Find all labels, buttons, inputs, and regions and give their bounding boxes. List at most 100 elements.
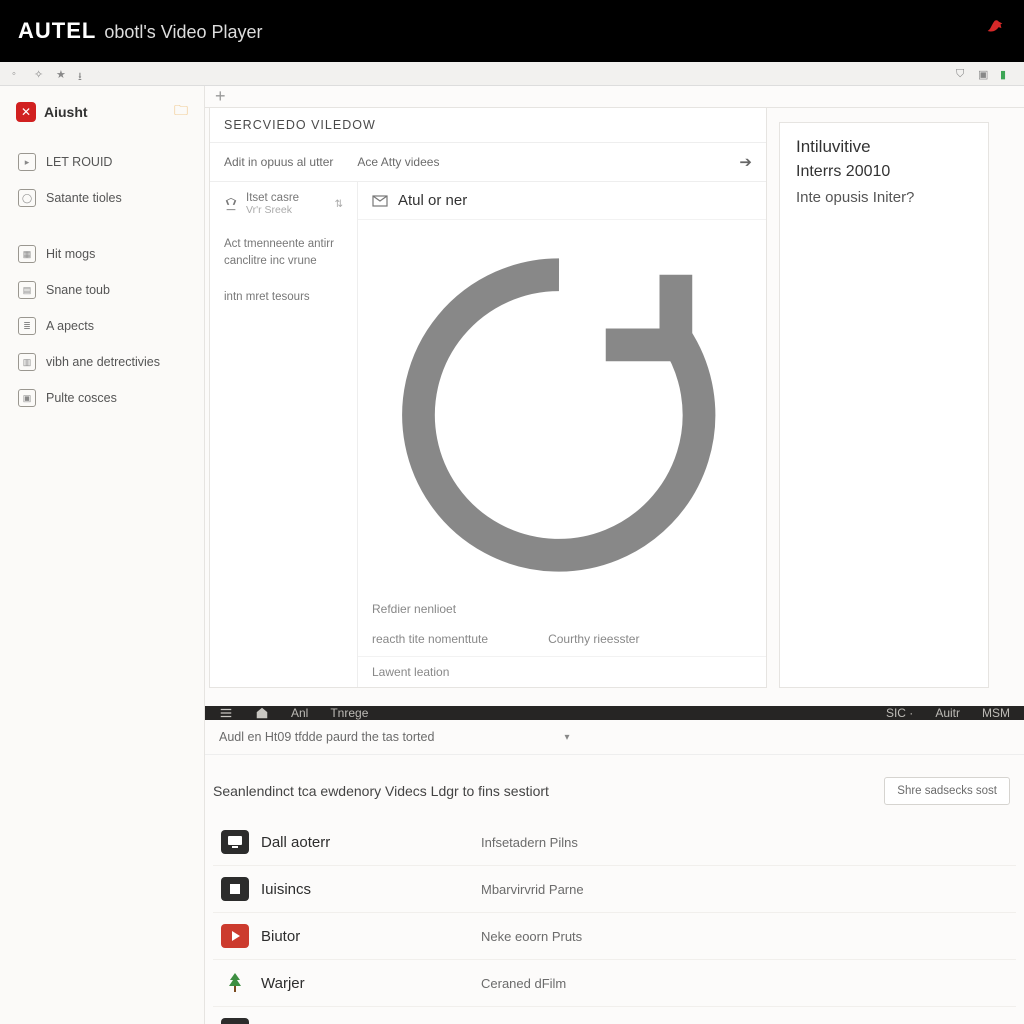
video-list: Dall aoterr Infsetadern Pilns Iuisincs M… (205, 819, 1024, 1024)
sort-icon[interactable]: ⇅ (335, 199, 343, 210)
card-right-row-3: reacth tite nomenttute Courthy rieesster (358, 624, 766, 656)
sidebar-item-label: Satante tioles (46, 191, 122, 205)
list-item[interactable]: Biutor Neke eoorn Pruts (213, 913, 1016, 960)
app-brand: AUTEL (18, 18, 96, 44)
filter-text: Audl en Ht09 tfdde paurd the tas torted (219, 730, 434, 744)
menu-icon[interactable] (219, 706, 233, 720)
card-left-row-3: intn mret tesours (210, 281, 357, 313)
sidebar-item-4[interactable]: ≣A apects (0, 308, 204, 344)
home-icon[interactable] (255, 706, 269, 720)
card-left-col: Itset casreVr'r Sreek ⇅ Act tmenneente a… (210, 182, 358, 687)
tabstrip: + (205, 86, 1024, 108)
sidebar-item-1[interactable]: ◯ Satante tioles (0, 180, 204, 216)
sidebar-title: Aiusht (44, 104, 88, 120)
download-icon[interactable]: ⭳ (78, 68, 90, 80)
card-right-col: Atul or ner Refdier nenlioet reacth tite… (358, 182, 766, 687)
darkbar-tab-2[interactable]: Tnrege (330, 706, 368, 720)
sidebar-header: ✕ Aiusht 🗀 (0, 94, 204, 130)
video-meta: Neke eoorn Pruts (481, 929, 878, 944)
video-meta: Ceraned dFilm (481, 976, 878, 991)
folder-icon[interactable]: 🗀 (174, 100, 188, 124)
sidebar-item-5[interactable]: ▥ vibh ane detrectivies (0, 344, 204, 380)
browser-toolbar: ◦ ✧ ★ ⭳ ⛉ ▣ ▮ (0, 62, 1024, 86)
card-right-r2: Refdier nenlioet (372, 602, 456, 616)
star-icon[interactable]: ★ (56, 68, 68, 80)
new-tab-button[interactable]: + (215, 86, 226, 107)
card-header-mid: Ace Atty videes (357, 155, 439, 169)
section-title: Seanlendinct tca ewdenory Videcs Ldgr to… (213, 783, 549, 799)
shield-icon[interactable]: ⛉ (956, 68, 968, 80)
darkbar-tab-1[interactable]: Anl (291, 706, 308, 720)
info-card: Intiluvitive Interrs 20010 Inte opusis I… (779, 122, 989, 688)
tree-icon (221, 971, 249, 995)
card-right-row-1[interactable]: Atul or ner (358, 182, 766, 220)
card-left-row-1[interactable]: Itset casreVr'r Sreek ⇅ (210, 182, 357, 226)
monitor-icon (221, 830, 249, 854)
grid-icon: ▦ (18, 245, 36, 263)
darkbar-right-1[interactable]: SIC · (886, 706, 913, 720)
card-right-row-4: Lawent leation (358, 656, 766, 687)
section-row: Seanlendinct tca ewdenory Videcs Ldgr to… (205, 755, 1024, 819)
card-header-row[interactable]: Adit in opuus al utter Ace Atty videes ➔ (210, 143, 766, 182)
title-right-icon (984, 18, 1006, 45)
info-line-1: Intiluvitive (796, 137, 972, 157)
video-name: Biutor (261, 928, 481, 945)
app-logo-icon: ✕ (16, 102, 36, 122)
card-right-row-2[interactable]: Refdier nenlioet (358, 220, 766, 624)
list-item[interactable]: Lsaterher Le hrivhlwre?Bio (213, 1007, 1016, 1024)
video-name: Dall aoterr (261, 834, 481, 851)
sidebar-item-label: Snane toub (46, 283, 110, 297)
card-left-r1b: Vr'r Sreek (246, 204, 299, 216)
filter-bar[interactable]: Audl en Ht09 tfdde paurd the tas torted … (205, 720, 1024, 755)
video-meta: Infsetadern Pilns (481, 835, 878, 850)
sidebar-item-label: LET ROUID (46, 155, 112, 169)
back-icon[interactable]: ◦ (12, 68, 24, 80)
chevron-down-icon[interactable]: ▾ (564, 732, 569, 743)
card-header-left: Adit in opuus al utter (224, 155, 333, 169)
circle-icon: ◯ (18, 189, 36, 207)
chip-icon: ▣ (18, 389, 36, 407)
settings-icon[interactable]: ✧ (34, 68, 46, 80)
clipboard-icon[interactable]: ▣ (978, 68, 990, 80)
darkbar-right-2[interactable]: Auitr (935, 706, 960, 720)
lock-icon[interactable]: ▮ (1000, 68, 1012, 80)
title-left: AUTEL obotl's Video Player (18, 18, 263, 44)
sidebar-item-6[interactable]: ▣ Pulte cosces (0, 380, 204, 416)
video-name: Warjer (261, 975, 481, 992)
sidebar-item-2[interactable]: ▦ Hit mogs (0, 236, 204, 272)
layout-icon: ▥ (18, 353, 36, 371)
chevron-right-icon[interactable]: ➔ (739, 153, 752, 171)
sidebar-item-label: Pulte cosces (46, 391, 117, 405)
doc-icon: ▤ (18, 281, 36, 299)
search-video-card: SERCVIEDO VILEDOW Adit in opuus al utter… (209, 108, 767, 688)
list-item[interactable]: Iuisincs Mbarvirvrid Parne (213, 866, 1016, 913)
balance-icon (224, 197, 238, 211)
play-icon (221, 924, 249, 948)
sidebar: ✕ Aiusht 🗀 ▸ LET ROUID ◯ Satante tioles ▦ H… (0, 86, 205, 1024)
card-right-r3b: Courthy rieesster (548, 632, 639, 646)
darkbar-right-3[interactable]: MSM (982, 706, 1010, 720)
sidebar-item-label: A apects (46, 319, 94, 333)
card-right-r3a: reacth tite nomenttute (372, 632, 488, 646)
bird-icon (984, 18, 1006, 40)
square-icon: ▸ (18, 153, 36, 171)
card-left-r1a: Itset casre (246, 192, 299, 204)
list-item[interactable]: Dall aoterr Infsetadern Pilns (213, 819, 1016, 866)
card-left-row-2: Act tmenneente antirr canclitre inc vrun… (210, 226, 357, 281)
camera-icon (221, 1018, 249, 1024)
film-icon (221, 877, 249, 901)
main-column: + SERCVIEDO VILEDOW Adit in opuus al utt… (205, 86, 1024, 1024)
titlebar: AUTEL obotl's Video Player (0, 0, 1024, 62)
sidebar-item-0[interactable]: ▸ LET ROUID (0, 144, 204, 180)
list-item[interactable]: Warjer Ceraned dFilm (213, 960, 1016, 1007)
card-right-r1: Atul or ner (398, 192, 467, 209)
video-name: Iuisincs (261, 881, 481, 898)
app-subtitle: obotl's Video Player (104, 22, 262, 43)
info-line-2: Interrs 20010 (796, 163, 972, 181)
sidebar-item-3[interactable]: ▤ Snane toub (0, 272, 204, 308)
share-button[interactable]: Shre sadsecks sost (884, 777, 1010, 805)
refresh-icon (372, 228, 746, 602)
sidebar-item-label: Hit mogs (46, 247, 95, 261)
sidebar-item-label: vibh ane detrectivies (46, 355, 160, 369)
app-body: ✕ Aiusht 🗀 ▸ LET ROUID ◯ Satante tioles ▦ H… (0, 86, 1024, 1024)
